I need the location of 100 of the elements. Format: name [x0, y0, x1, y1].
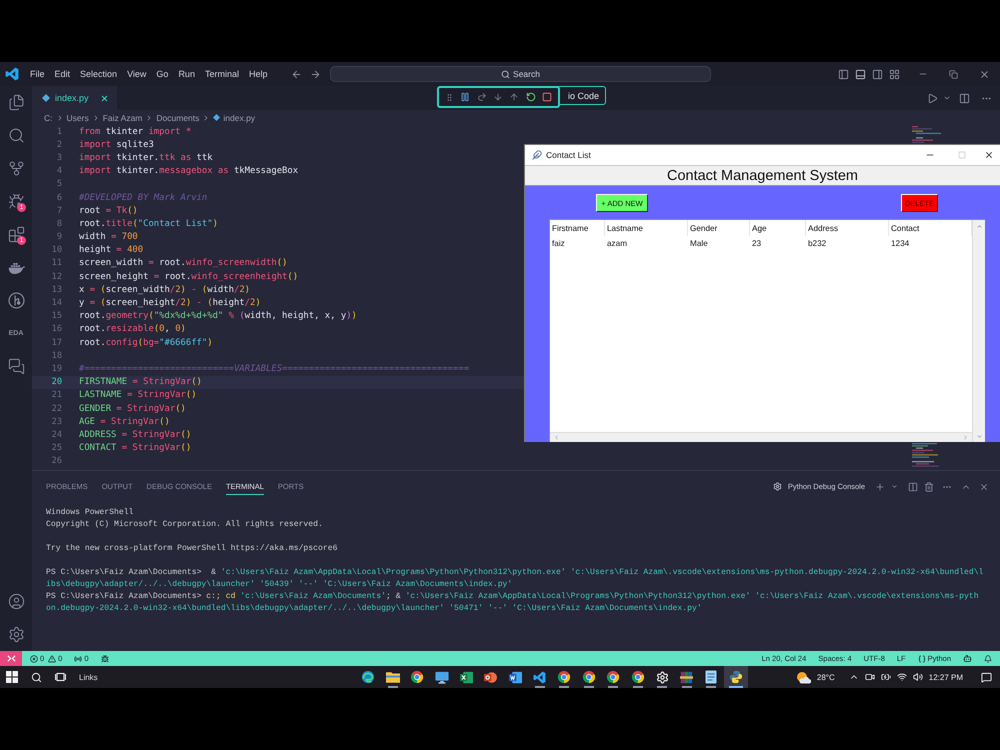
step-out-icon[interactable]	[509, 92, 520, 102]
code-line: import tkinter.ttk as ttk	[79, 152, 213, 163]
explorer-icon[interactable]	[8, 94, 24, 111]
account-icon[interactable]	[8, 593, 24, 610]
source-control-icon[interactable]	[8, 160, 24, 177]
run-debug-icon[interactable]	[8, 193, 24, 210]
bell-icon[interactable]	[984, 654, 992, 662]
split-icon[interactable]	[908, 482, 918, 492]
line-number: 5	[56, 179, 62, 190]
terminal-line: Windows PowerShell	[46, 507, 134, 519]
whale-icon[interactable]	[8, 262, 24, 274]
ports-icon[interactable]	[74, 654, 82, 662]
restart-icon[interactable]	[526, 92, 536, 102]
terminal-line: PS C:\Users\Faiz Azam\Documents> c:; cd 'c:\Users\Faiz Azam\Documents'; & 'c:\Users\Faiz Azam\AppData\Local\Programs\Python\Python312\python.exe' 'c:\Users\Faiz Azam\.vscode\extensions\ms-pyth	[46, 591, 979, 603]
toolbar-label[interactable]: Links	[79, 672, 98, 682]
editor-tab[interactable]: index.py	[32, 86, 117, 110]
line-number: 15	[50, 311, 62, 322]
browser-icon	[606, 670, 620, 684]
pause-icon[interactable]	[460, 92, 470, 102]
notification-icon[interactable]	[981, 672, 992, 682]
table-cell-text: 1234	[890, 238, 910, 250]
column-header[interactable]: Firstname	[550, 220, 605, 236]
menu-item[interactable]: Run	[178, 69, 195, 79]
drag-handle-icon[interactable]	[445, 92, 454, 102]
breadcrumb-item[interactable]: C:	[44, 112, 52, 122]
chat-icon[interactable]	[8, 358, 24, 375]
weather-icon	[796, 670, 811, 684]
code-line: CONTACT = StringVar()	[79, 443, 192, 454]
chevron-down-icon[interactable]	[943, 94, 951, 102]
layout-icon[interactable]	[889, 68, 900, 80]
line-number: 6	[56, 192, 62, 203]
presentation-icon	[484, 670, 498, 684]
task-view-icon[interactable]	[55, 672, 66, 682]
taskbar-app-button[interactable]	[724, 666, 748, 688]
line-number: 1	[56, 126, 62, 137]
remote-icon[interactable]	[6, 654, 16, 663]
line-number: 11	[50, 258, 62, 268]
temperature[interactable]: 28°C	[816, 672, 835, 682]
terminal-line: on.debugpy-2024.2.0-win32-x64\bundled\libs\debugpy\adapter/../..\debugpy\launcher' '50471' '--' 'C:\Users\Faiz Azam\Documents\index.py'	[46, 603, 702, 615]
menu-item[interactable]: Edit	[54, 69, 70, 79]
run-icon[interactable]	[927, 92, 938, 104]
close-icon[interactable]	[100, 94, 109, 102]
panel-right-icon[interactable]	[872, 68, 883, 80]
restore-icon[interactable]	[949, 70, 958, 78]
line-number: 20	[50, 377, 62, 388]
braces-icon[interactable]	[918, 654, 926, 662]
column-header[interactable]: Address	[806, 220, 889, 236]
stop-icon[interactable]	[542, 92, 552, 102]
line-number: 22	[50, 404, 62, 414]
chevron-down-icon[interactable]	[891, 483, 898, 490]
code-line: from tkinter import *	[79, 126, 192, 137]
step-into-icon[interactable]	[492, 92, 503, 102]
breadcrumb-item[interactable]: index.py	[223, 112, 256, 122]
warning-icon[interactable]	[48, 654, 56, 662]
table-cell-text: azam	[606, 238, 628, 250]
menu-item[interactable]: File	[30, 69, 45, 79]
gear-icon[interactable]	[772, 482, 782, 491]
camera-icon[interactable]	[864, 672, 875, 682]
extensions-icon[interactable]	[8, 226, 24, 243]
graph-icon[interactable]	[8, 292, 24, 309]
code-line: root.geometry("%dx%d+%d+%d" % (width, height, x, y))	[79, 311, 357, 322]
column-header[interactable]: Age	[750, 220, 806, 236]
wifi-icon[interactable]	[896, 672, 907, 682]
code-line: import sqlite3	[79, 140, 154, 150]
breadcrumb-item[interactable]: Faiz Azam	[102, 112, 142, 122]
terminal-line: Copyright (C) Microsoft Corporation. All rights reserved.	[46, 519, 323, 531]
code-line: screen_width = root.winfo_screenwidth()	[79, 258, 288, 268]
panel-left-icon[interactable]	[838, 68, 849, 80]
close-icon[interactable]	[984, 150, 994, 160]
menu-item[interactable]: Terminal	[204, 69, 239, 79]
panel-bottom-icon[interactable]	[855, 68, 866, 80]
breadcrumb-item[interactable]: Documents	[156, 112, 200, 122]
code-line: ADDRESS = StringVar()	[79, 430, 192, 440]
menu-item[interactable]: View	[127, 69, 146, 79]
column-header[interactable]: Lastname	[605, 220, 688, 236]
line-number: 26	[50, 456, 62, 466]
volume-icon[interactable]	[912, 672, 923, 682]
line-number: 25	[50, 443, 62, 454]
trash-icon[interactable]	[924, 482, 934, 492]
clock[interactable]: 12:27 PM	[928, 672, 963, 682]
menu-item[interactable]: Go	[156, 69, 168, 79]
step-over-icon[interactable]	[476, 92, 487, 102]
battery-icon[interactable]	[880, 672, 891, 682]
search-field[interactable]: Search	[330, 66, 711, 82]
settings-icon[interactable]	[8, 626, 24, 643]
error-icon[interactable]	[30, 654, 38, 662]
start-icon[interactable]	[6, 671, 18, 683]
menu-item[interactable]: Help	[248, 69, 268, 79]
search-icon[interactable]	[31, 672, 42, 682]
back-arrow-icon[interactable]	[291, 68, 302, 80]
remote-button[interactable]	[0, 651, 22, 666]
split-editor-icon[interactable]	[959, 92, 970, 104]
menu-item[interactable]: Selection	[80, 69, 118, 79]
forward-arrow-icon[interactable]	[310, 68, 321, 80]
bot-icon[interactable]	[963, 654, 972, 663]
plus-icon[interactable]	[875, 482, 885, 492]
breadcrumb-item[interactable]: Users	[66, 112, 89, 122]
bug-icon[interactable]	[100, 654, 109, 662]
table-cell-text: b232	[807, 238, 828, 250]
column-header[interactable]: Gender	[688, 220, 750, 236]
